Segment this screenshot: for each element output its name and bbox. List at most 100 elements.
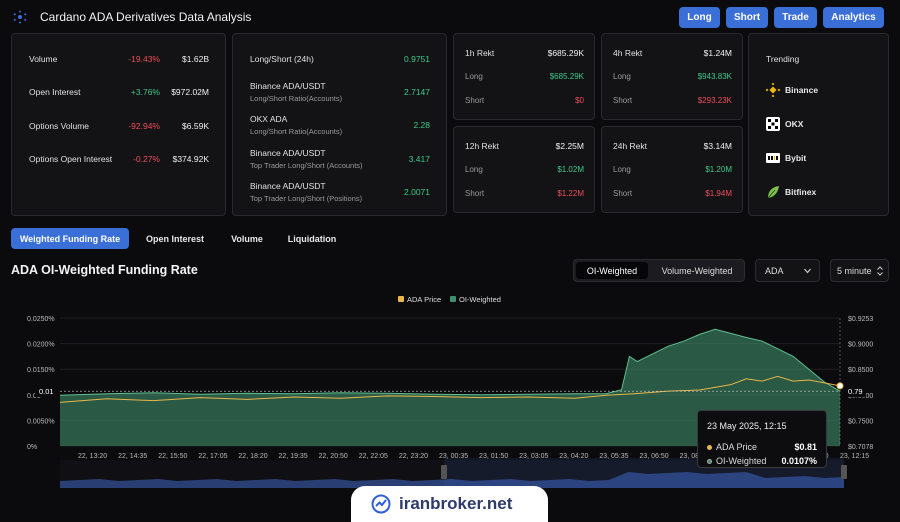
tooltip-value: 0.0107% — [781, 456, 817, 466]
ratio-value: 2.0071 — [404, 187, 430, 197]
okx-icon — [766, 117, 780, 131]
short-button[interactable]: Short — [726, 7, 768, 28]
rekt-title: 24h Rekt — [613, 141, 648, 151]
rekt-short-value: $0 — [575, 96, 584, 105]
ratio-value: 0.9751 — [404, 54, 430, 64]
analytics-button[interactable]: Analytics — [823, 7, 884, 28]
rekt-card-12h: 12h Rekt $2.25M Long $1.02M Short $1.22M — [453, 126, 595, 213]
trending-item-binance[interactable]: Binance — [766, 82, 876, 98]
chart-title: ADA OI-Weighted Funding Rate — [11, 263, 198, 277]
stat-label: Options Volume — [29, 121, 90, 131]
ratio-title: Binance ADA/USDT — [250, 81, 326, 91]
bitfinex-icon — [767, 186, 779, 199]
top-bar: Cardano ADA Derivatives Data Analysis Lo… — [0, 0, 900, 34]
ratio-title: OKX ADA — [250, 114, 288, 124]
y-right-tick-label: $0.8500 — [848, 367, 873, 374]
ratio-subtitle: Long/Short Ratio(Accounts) — [250, 127, 343, 136]
bybit-icon — [766, 153, 780, 163]
stat-value: $6.59K — [182, 121, 209, 131]
tab-volume[interactable]: Volume — [221, 228, 273, 249]
rekt-short-label: Short — [613, 96, 633, 105]
chart-legend: ADA Price OI-Weighted — [398, 295, 501, 304]
ratio-title: Binance ADA/USDT — [250, 181, 326, 191]
rekt-card-24h: 24h Rekt $3.14M Long $1.20M Short $1.94M — [601, 126, 743, 213]
rekt-title: 4h Rekt — [613, 48, 643, 58]
y-left-tick-label: 0.0200% — [27, 342, 55, 349]
x-tick-label: 22, 15:50 — [158, 453, 187, 460]
ratio-title: Binance ADA/USDT — [250, 148, 326, 158]
stat-label: Volume — [29, 54, 58, 64]
page-title: Cardano ADA Derivatives Data Analysis — [40, 10, 252, 24]
rekt-short-value: $1.94M — [705, 189, 732, 198]
current-left-label: 0.01 — [39, 387, 54, 396]
x-tick-label: 22, 19:35 — [279, 453, 308, 460]
trending-item-okx[interactable]: OKX — [766, 116, 876, 132]
trending-label: Binance — [785, 85, 819, 95]
legend-swatch — [398, 296, 404, 302]
updown-chevron-icon — [877, 266, 883, 276]
volume-weighted-option[interactable]: Volume-Weighted — [652, 262, 742, 279]
tooltip-label: OI-Weighted — [716, 456, 767, 466]
rekt-total: $3.14M — [703, 141, 732, 151]
rekt-long-value: $685.29K — [549, 72, 584, 81]
rekt-long-value: $943.83K — [697, 72, 732, 81]
rekt-card-1h: 1h Rekt $685.29K Long $685.29K Short $0 — [453, 33, 595, 120]
tooltip-title: 23 May 2025, 12:15 — [707, 421, 787, 431]
ratio-subtitle: Long/Short Ratio(Accounts) — [250, 94, 343, 103]
x-tick-label: 22, 18:20 — [238, 453, 267, 460]
rekt-long-value: $1.20M — [705, 165, 732, 174]
trending-label: Bitfinex — [785, 187, 817, 197]
oi-weighted-option[interactable]: OI-Weighted — [576, 262, 648, 279]
ratio-subtitle: Top Trader Long/Short (Accounts) — [250, 161, 363, 170]
trending-item-bybit[interactable]: Bybit — [766, 150, 876, 166]
stat-change: -0.27% — [133, 154, 160, 164]
watermark-text: iranbroker.net — [399, 494, 513, 513]
stat-value: $972.02M — [171, 87, 209, 97]
ratio-value: 2.28 — [413, 120, 430, 130]
rekt-long-label: Long — [465, 72, 483, 81]
legend-label: OI-Weighted — [459, 295, 501, 304]
asset-select-value: ADA — [765, 266, 784, 276]
trending-item-bitfinex[interactable]: Bitfinex — [766, 184, 876, 200]
ratio-value: 3.417 — [408, 154, 430, 164]
chart-tooltip: 23 May 2025, 12:15 ADA Price $0.81 OI-We… — [697, 410, 827, 468]
ratio-subtitle: Top Trader Long/Short (Positions) — [250, 194, 363, 203]
tab-open-interest[interactable]: Open Interest — [137, 228, 213, 249]
rekt-long-value: $1.02M — [557, 165, 584, 174]
rekt-long-label: Long — [465, 165, 483, 174]
stat-value: $374.92K — [172, 154, 209, 164]
rekt-total: $685.29K — [547, 48, 584, 58]
rekt-title: 1h Rekt — [465, 48, 495, 58]
trending-label: Bybit — [785, 153, 807, 163]
asset-select[interactable]: ADA — [755, 259, 820, 282]
stat-change: -92.94% — [128, 121, 160, 131]
trending-label: OKX — [785, 119, 804, 129]
ratios-card: Long/Short (24h) 0.9751 Binance ADA/USDT… — [232, 33, 447, 216]
trade-button[interactable]: Trade — [774, 7, 817, 28]
interval-select[interactable]: 5 minute — [830, 259, 889, 282]
long-button[interactable]: Long — [679, 7, 720, 28]
x-tick-label: 22, 22:05 — [359, 453, 388, 460]
stat-change: +3.76% — [130, 87, 160, 97]
tooltip-oi-dot — [707, 459, 712, 464]
trending-title: Trending — [766, 54, 800, 64]
binance-icon — [766, 83, 780, 97]
tab-weighted-funding-rate[interactable]: Weighted Funding Rate — [11, 228, 129, 249]
interval-select-value: 5 minute — [837, 266, 872, 276]
ratio-title: Long/Short (24h) — [250, 54, 314, 64]
x-tick-label: 22, 23:20 — [399, 453, 428, 460]
tab-liquidation[interactable]: Liquidation — [281, 228, 343, 249]
rekt-total: $1.24M — [703, 48, 732, 58]
y-right-tick-label: $0.9000 — [848, 342, 873, 349]
ratio-value: 2.7147 — [404, 87, 430, 97]
rekt-total: $2.25M — [555, 141, 584, 151]
rekt-short-value: $1.22M — [557, 189, 584, 198]
price-marker — [836, 382, 844, 390]
y-right-tick-label: $0.9253 — [848, 316, 873, 323]
y-left-tick-label: 0.0050% — [27, 418, 55, 425]
stat-change: -19.43% — [128, 54, 160, 64]
tooltip-label: ADA Price — [716, 442, 758, 452]
cardano-logo-icon — [13, 10, 27, 24]
stats-card: Volume -19.43% $1.62B Open Interest +3.7… — [11, 33, 226, 216]
chevron-down-icon — [804, 268, 811, 274]
